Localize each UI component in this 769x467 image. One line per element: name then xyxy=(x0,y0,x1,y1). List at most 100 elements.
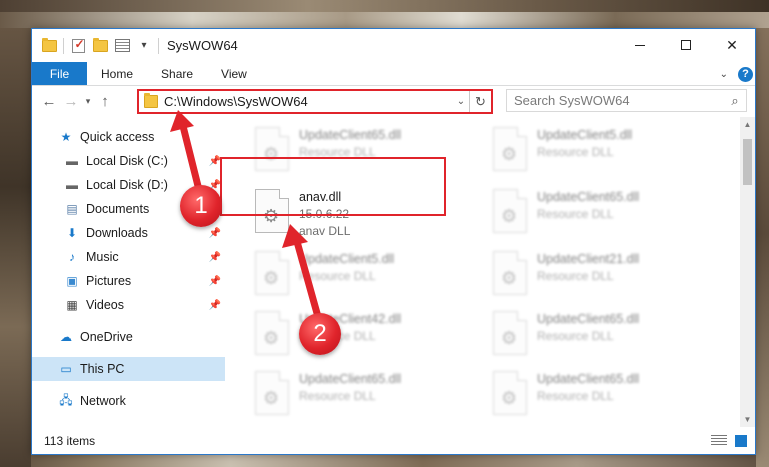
star-icon: ★ xyxy=(60,130,72,144)
quick-access-toolbar: ▾ xyxy=(41,37,159,54)
properties-check-icon[interactable] xyxy=(70,37,86,53)
pictures-icon: ▣ xyxy=(66,274,78,288)
pin-icon[interactable]: 📌 xyxy=(209,300,221,311)
sidebar-item-label: Downloads xyxy=(86,226,148,240)
sidebar-item-label: OneDrive xyxy=(80,330,133,344)
address-path[interactable]: C:\Windows\SysWOW64 xyxy=(164,94,453,109)
file-name: UpdateClient65.dll xyxy=(537,312,640,326)
vertical-scrollbar[interactable]: ▲ ▼ xyxy=(740,117,755,427)
file-type: Resource DLL xyxy=(537,269,614,283)
desktop-background-left xyxy=(0,0,31,467)
download-icon: ⬇ xyxy=(66,226,78,240)
sidebar-item-pictures[interactable]: ▣ Pictures 📌 xyxy=(32,269,225,293)
minimize-button[interactable] xyxy=(617,29,663,61)
file-item[interactable]: ⚙ UpdateClient65.dll Resource DLL xyxy=(487,365,707,421)
close-icon: ✕ xyxy=(726,36,738,53)
file-type: Resource DLL xyxy=(537,145,614,159)
sidebar-item-music[interactable]: ♪ Music 📌 xyxy=(32,245,225,269)
search-input[interactable]: Search SysWOW64 xyxy=(514,93,724,108)
window-title: SysWOW64 xyxy=(167,38,238,53)
search-icon[interactable]: ⌕ xyxy=(724,93,746,109)
sidebar-item-this-pc[interactable]: ▭ This PC xyxy=(32,357,225,381)
sidebar-item-label: Quick access xyxy=(80,130,155,144)
dll-file-icon: ⚙ xyxy=(493,251,527,295)
ribbon-tabs: File Home Share View ⌄ ? xyxy=(32,62,755,86)
file-type: Resource DLL xyxy=(537,207,614,221)
pin-icon[interactable]: 📌 xyxy=(209,252,221,263)
file-item[interactable]: ⚙ UpdateClient65.dll Resource DLL xyxy=(249,365,469,421)
desktop-background-bottom xyxy=(0,0,769,12)
file-name: UpdateClient21.dll xyxy=(537,252,640,266)
toolbar-divider xyxy=(63,37,64,54)
search-box[interactable]: Search SysWOW64 ⌕ xyxy=(506,89,747,112)
sidebar-item-label: Pictures xyxy=(86,274,132,288)
address-row: ← → ▾ ↑ C:\Windows\SysWOW64 ⌄ ↻ Search S… xyxy=(32,86,755,117)
documents-icon: ▤ xyxy=(66,202,78,216)
file-item[interactable]: ⚙ UpdateClient21.dll Resource DLL xyxy=(487,245,707,301)
maximize-icon xyxy=(681,40,691,50)
sidebar-item-network[interactable]: 🖧 Network xyxy=(32,389,225,413)
forward-arrow-icon[interactable]: → xyxy=(60,93,82,110)
toolbar-divider xyxy=(158,37,159,54)
scroll-down-icon[interactable]: ▼ xyxy=(740,412,755,427)
cloud-icon: ☁ xyxy=(60,330,72,344)
expand-ribbon-icon[interactable]: ⌄ xyxy=(720,69,728,80)
file-name: UpdateClient65.dll xyxy=(537,190,640,204)
file-name: UpdateClient65.dll xyxy=(299,128,402,142)
music-icon: ♪ xyxy=(69,250,75,264)
back-arrow-icon[interactable]: ← xyxy=(38,93,60,110)
tab-file[interactable]: File xyxy=(32,62,87,85)
file-item[interactable]: ⚙ UpdateClient5.dll Resource DLL xyxy=(487,121,707,177)
help-icon[interactable]: ? xyxy=(738,66,753,82)
sidebar-item-onedrive[interactable]: ☁ OneDrive xyxy=(32,325,225,349)
pin-icon[interactable]: 📌 xyxy=(209,276,221,287)
drive-icon: ▬ xyxy=(66,178,78,192)
scrollbar-thumb[interactable] xyxy=(743,139,752,185)
file-item[interactable]: ⚙ UpdateClient65.dll Resource DLL xyxy=(487,305,707,361)
callout-badge-2: 2 xyxy=(299,313,341,355)
pin-icon[interactable]: 📌 xyxy=(209,228,221,239)
tab-view[interactable]: View xyxy=(207,62,261,85)
dll-file-icon: ⚙ xyxy=(493,311,527,355)
sidebar-item-videos[interactable]: ▦ Videos 📌 xyxy=(32,293,225,317)
tiles-view-icon[interactable] xyxy=(735,434,747,447)
file-highlight-box xyxy=(220,157,446,216)
dll-file-icon: ⚙ xyxy=(493,371,527,415)
minimize-icon xyxy=(635,44,645,46)
drive-icon: ▬ xyxy=(66,154,78,168)
file-name: UpdateClient5.dll xyxy=(537,128,633,142)
dll-file-icon: ⚙ xyxy=(255,371,289,415)
tab-share[interactable]: Share xyxy=(147,62,207,85)
refresh-icon[interactable]: ↻ xyxy=(469,91,491,112)
sidebar-item-label: This PC xyxy=(80,362,125,376)
file-type: Resource DLL xyxy=(537,389,614,403)
up-arrow-icon[interactable]: ↑ xyxy=(94,93,116,110)
ribbon-right-controls: ⌄ ? xyxy=(720,62,755,86)
view-switcher xyxy=(711,434,747,447)
scroll-up-icon[interactable]: ▲ xyxy=(740,117,755,132)
customize-toolbar-icon[interactable]: ▾ xyxy=(136,39,152,53)
properties-icon[interactable] xyxy=(114,39,130,53)
title-bar: ▾ SysWOW64 ✕ xyxy=(32,29,755,62)
address-dropdown-icon[interactable]: ⌄ xyxy=(453,96,469,107)
recent-locations-icon[interactable]: ▾ xyxy=(82,96,94,107)
file-item[interactable]: ⚙ UpdateClient65.dll Resource DLL xyxy=(487,183,707,239)
tab-home[interactable]: Home xyxy=(87,62,147,85)
network-icon: 🖧 xyxy=(59,392,73,407)
details-view-icon[interactable] xyxy=(711,434,727,447)
folder-icon xyxy=(144,93,158,108)
desktop-background-right xyxy=(756,0,769,467)
sidebar-item-label: Music xyxy=(86,250,119,264)
file-name: UpdateClient65.dll xyxy=(537,372,640,386)
new-folder-icon[interactable] xyxy=(92,37,108,53)
maximize-button[interactable] xyxy=(663,29,709,61)
close-button[interactable]: ✕ xyxy=(709,29,755,61)
sidebar-item-label: Local Disk (C:) xyxy=(86,154,168,168)
dll-file-icon: ⚙ xyxy=(493,189,527,233)
sidebar-item-label: Videos xyxy=(86,298,124,312)
computer-icon: ▭ xyxy=(60,362,72,376)
callout-badge-1: 1 xyxy=(180,185,222,227)
dll-file-icon: ⚙ xyxy=(493,127,527,171)
